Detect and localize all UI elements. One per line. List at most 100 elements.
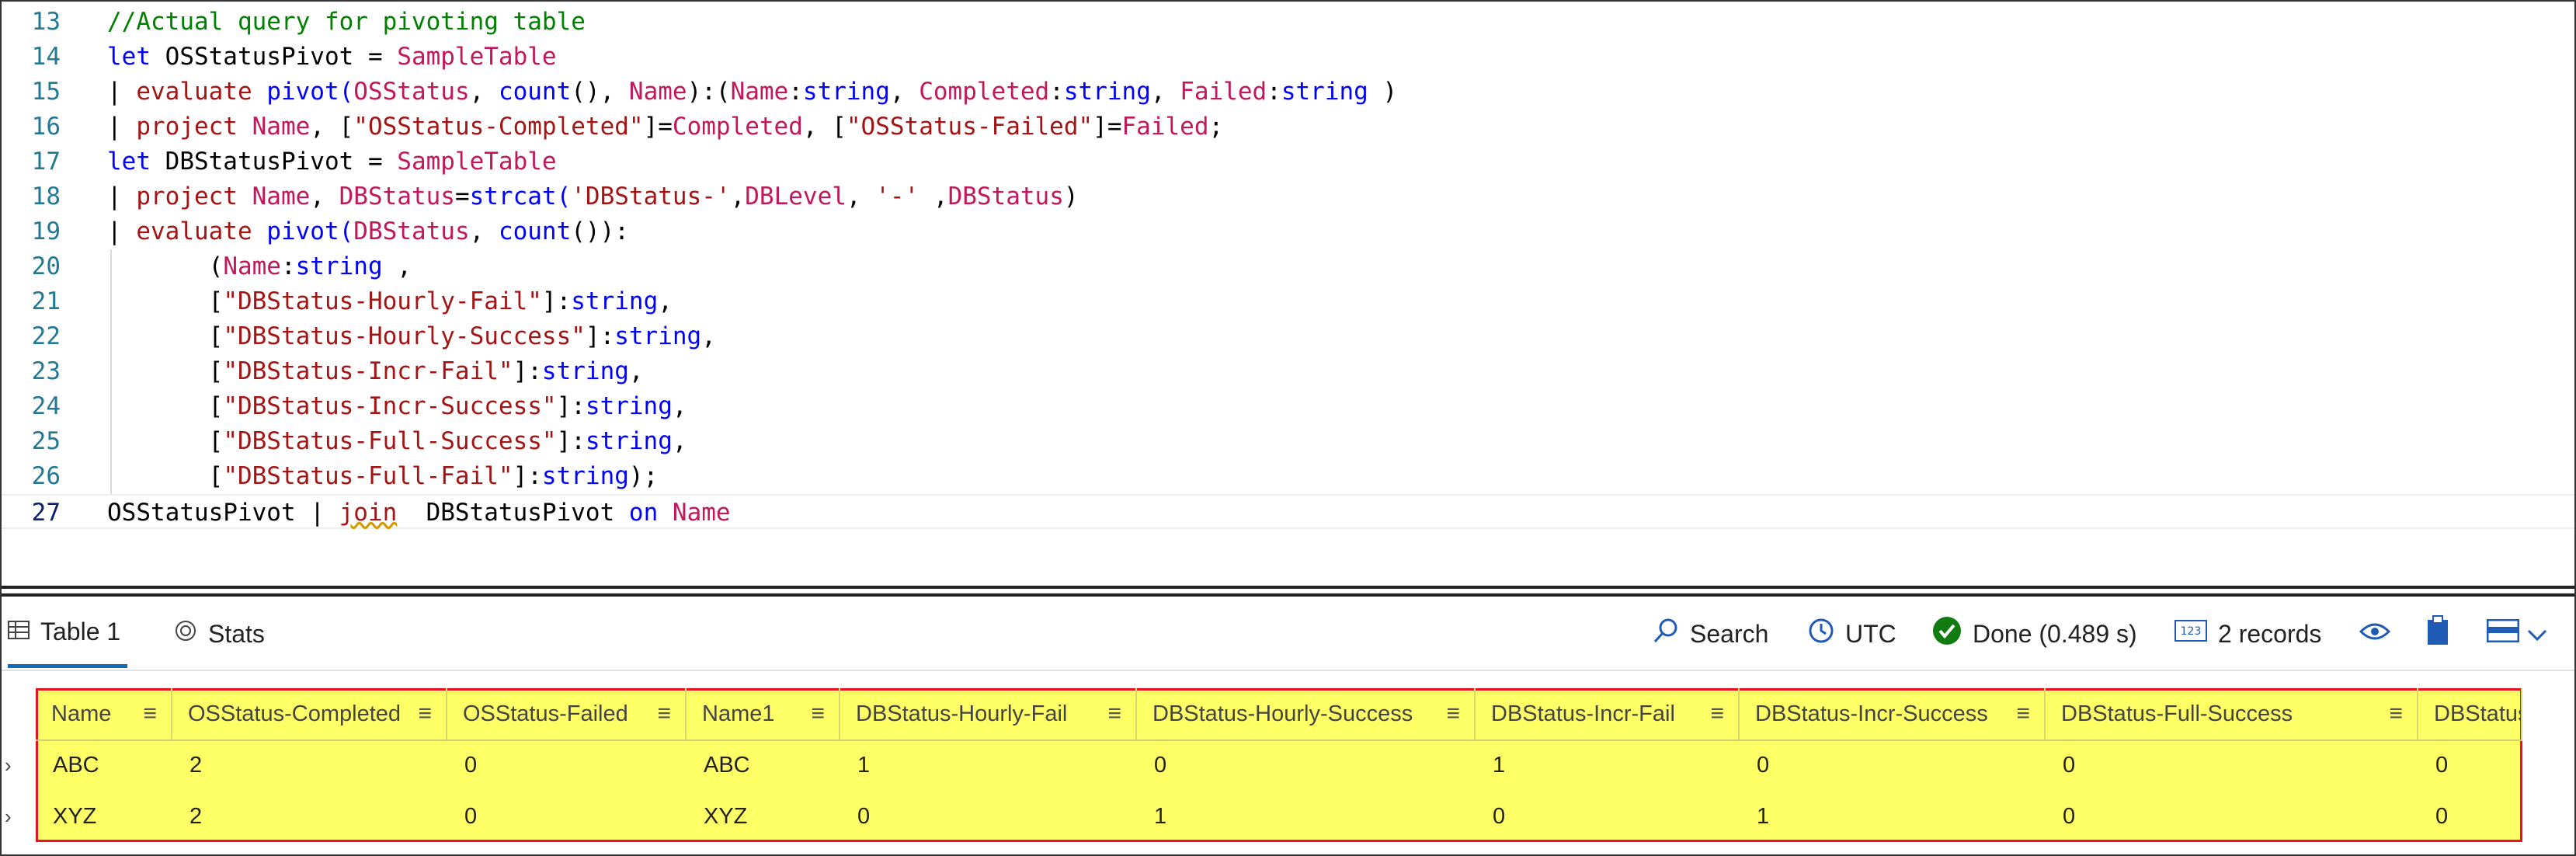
- column-header[interactable]: DBStatus-F: [2418, 688, 2522, 739]
- code-token: project: [136, 113, 252, 141]
- table-cell: 0: [1154, 753, 1167, 778]
- row-expander-icon[interactable]: ›: [5, 739, 23, 791]
- code-line[interactable]: 24 ["DBStatus-Incr-Success"]:string,: [2, 389, 2574, 424]
- code-text: ["DBStatus-Incr-Fail"]:string,: [107, 354, 644, 389]
- code-line[interactable]: 21 ["DBStatus-Hourly-Fail"]:string,: [2, 284, 2574, 319]
- table-cell: 2: [189, 804, 203, 829]
- line-number: 20: [31, 252, 61, 280]
- code-token: OSStatusPivot |: [107, 499, 339, 527]
- records-icon: 123: [2174, 620, 2207, 648]
- column-header[interactable]: Name1 ≡: [687, 688, 840, 739]
- code-line[interactable]: 14 let OSStatusPivot = SampleTable: [2, 40, 2574, 75]
- code-token: SampleTable: [397, 43, 557, 71]
- code-token: );: [628, 462, 659, 490]
- code-token: ]:: [513, 357, 542, 385]
- tab-table-1[interactable]: Table 1: [8, 600, 127, 668]
- code-token: ,: [889, 78, 920, 106]
- line-number: 15: [31, 78, 61, 106]
- line-number: 13: [31, 8, 61, 36]
- code-token: DBStatus: [353, 217, 470, 245]
- table-cell: 2: [189, 753, 203, 778]
- code-line[interactable]: 20 (Name:string ,: [2, 249, 2574, 284]
- line-number: 25: [31, 427, 61, 455]
- column-header-label: Name1: [702, 701, 775, 726]
- timezone-label: UTC: [1845, 619, 1896, 648]
- line-number: 18: [31, 183, 61, 211]
- timezone-button[interactable]: UTC: [1808, 600, 1896, 668]
- code-text: | project Name, DBStatus=strcat('DBStatu…: [107, 179, 1079, 214]
- pane-splitter[interactable]: [2, 586, 2574, 597]
- column-menu-icon[interactable]: ≡: [811, 688, 825, 739]
- code-line[interactable]: 17 let DBStatusPivot = SampleTable: [2, 144, 2574, 179]
- code-text: | project Name, ["OSStatus-Completed"]=C…: [107, 110, 1223, 144]
- code-line[interactable]: 25 ["DBStatus-Full-Success"]:string,: [2, 424, 2574, 459]
- code-text: ["DBStatus-Full-Success"]:string,: [107, 424, 687, 459]
- line-number: 22: [31, 322, 61, 350]
- chevron-down-icon[interactable]: [2527, 620, 2547, 649]
- table-cell: 1: [1154, 804, 1167, 829]
- table-cell: 0: [2435, 804, 2449, 829]
- code-token: ,: [382, 252, 412, 280]
- column-header-label: OSStatus-Failed: [463, 701, 628, 726]
- clipboard-button[interactable]: [2426, 600, 2449, 668]
- table-cell: 1: [1757, 804, 1770, 829]
- column-header[interactable]: DBStatus-Hourly-Fail ≡: [840, 688, 1137, 739]
- code-token: ,: [628, 357, 644, 385]
- column-menu-icon[interactable]: ≡: [1446, 688, 1460, 739]
- column-menu-icon[interactable]: ≡: [1710, 688, 1724, 739]
- code-token: string: [541, 357, 629, 385]
- code-token: //Actual query for pivoting table: [107, 8, 586, 36]
- code-line[interactable]: 26 ["DBStatus-Full-Fail"]:string);: [2, 459, 2574, 494]
- code-line[interactable]: 22 ["DBStatus-Hourly-Success"]:string,: [2, 319, 2574, 354]
- code-token: Name: [223, 252, 281, 280]
- column-menu-icon[interactable]: ≡: [418, 688, 432, 739]
- code-token: OSStatusPivot =: [165, 43, 398, 71]
- tab-stats[interactable]: Stats: [174, 600, 265, 668]
- table-row[interactable]: XYZ 2 0 XYZ 0 1 0 1 0 0: [36, 791, 2522, 842]
- code-token: string: [585, 392, 673, 420]
- table-cell: XYZ: [53, 804, 97, 829]
- code-token: on: [628, 499, 673, 527]
- results-grid: Name ≡ OSStatus-Completed ≡ OSStatus-Failed ≡…: [2, 671, 2574, 854]
- eye-button[interactable]: [2359, 600, 2391, 668]
- code-line[interactable]: 27 OSStatusPivot | join DBStatusPivot on …: [2, 494, 2574, 529]
- query-editor[interactable]: 13 //Actual query for pivoting table 14 let…: [2, 2, 2574, 586]
- column-header[interactable]: OSStatus-Failed ≡: [447, 688, 687, 739]
- code-line[interactable]: 15 | evaluate pivot(OSStatus, count(), Na…: [2, 75, 2574, 110]
- code-line[interactable]: 23 ["DBStatus-Incr-Fail"]:string,: [2, 354, 2574, 389]
- column-menu-icon[interactable]: ≡: [657, 688, 671, 739]
- column-header[interactable]: DBStatus-Full-Success ≡: [2046, 688, 2418, 739]
- code-token: count: [498, 78, 572, 106]
- code-token: Failed: [1180, 78, 1267, 106]
- column-header[interactable]: Name ≡: [36, 688, 172, 739]
- query-status: Done (0.489 s): [1932, 600, 2137, 668]
- code-token: string: [802, 78, 890, 106]
- code-text: OSStatusPivot | join DBStatusPivot on Na…: [107, 496, 731, 531]
- column-header[interactable]: DBStatus-Hourly-Success ≡: [1137, 688, 1476, 739]
- stats-icon: [174, 619, 197, 649]
- row-expander-icon[interactable]: ›: [5, 791, 23, 842]
- layout-button[interactable]: [2486, 600, 2547, 668]
- table-cell: 0: [2063, 804, 2076, 829]
- code-line[interactable]: 19 | evaluate pivot(DBStatus, count()):: [2, 214, 2574, 249]
- eye-icon: [2359, 620, 2391, 649]
- column-menu-icon[interactable]: ≡: [143, 688, 157, 739]
- code-token: ]:: [585, 322, 615, 350]
- table-row[interactable]: ABC 2 0 ABC 1 0 1 0 0 0: [36, 739, 2522, 791]
- column-menu-icon[interactable]: ≡: [2389, 688, 2403, 739]
- column-menu-icon[interactable]: ≡: [2016, 688, 2030, 739]
- column-header[interactable]: OSStatus-Completed ≡: [172, 688, 447, 739]
- column-header[interactable]: DBStatus-Incr-Fail ≡: [1476, 688, 1740, 739]
- column-header[interactable]: DBStatus-Incr-Success ≡: [1740, 688, 2046, 739]
- code-token: ):(: [687, 78, 731, 106]
- code-token: evaluate: [136, 78, 267, 106]
- code-line[interactable]: 18 | project Name, DBStatus=strcat('DBSta…: [2, 179, 2574, 214]
- code-line[interactable]: 13 //Actual query for pivoting table: [2, 5, 2574, 40]
- search-icon: [1653, 618, 1679, 650]
- table-cell: 1: [1493, 753, 1506, 778]
- search-button[interactable]: Search: [1653, 600, 1768, 668]
- code-line[interactable]: 16 | project Name, ["OSStatus-Completed"]…: [2, 110, 2574, 144]
- code-token: ,: [846, 183, 876, 211]
- column-menu-icon[interactable]: ≡: [1107, 688, 1121, 739]
- code-token: |: [107, 217, 137, 245]
